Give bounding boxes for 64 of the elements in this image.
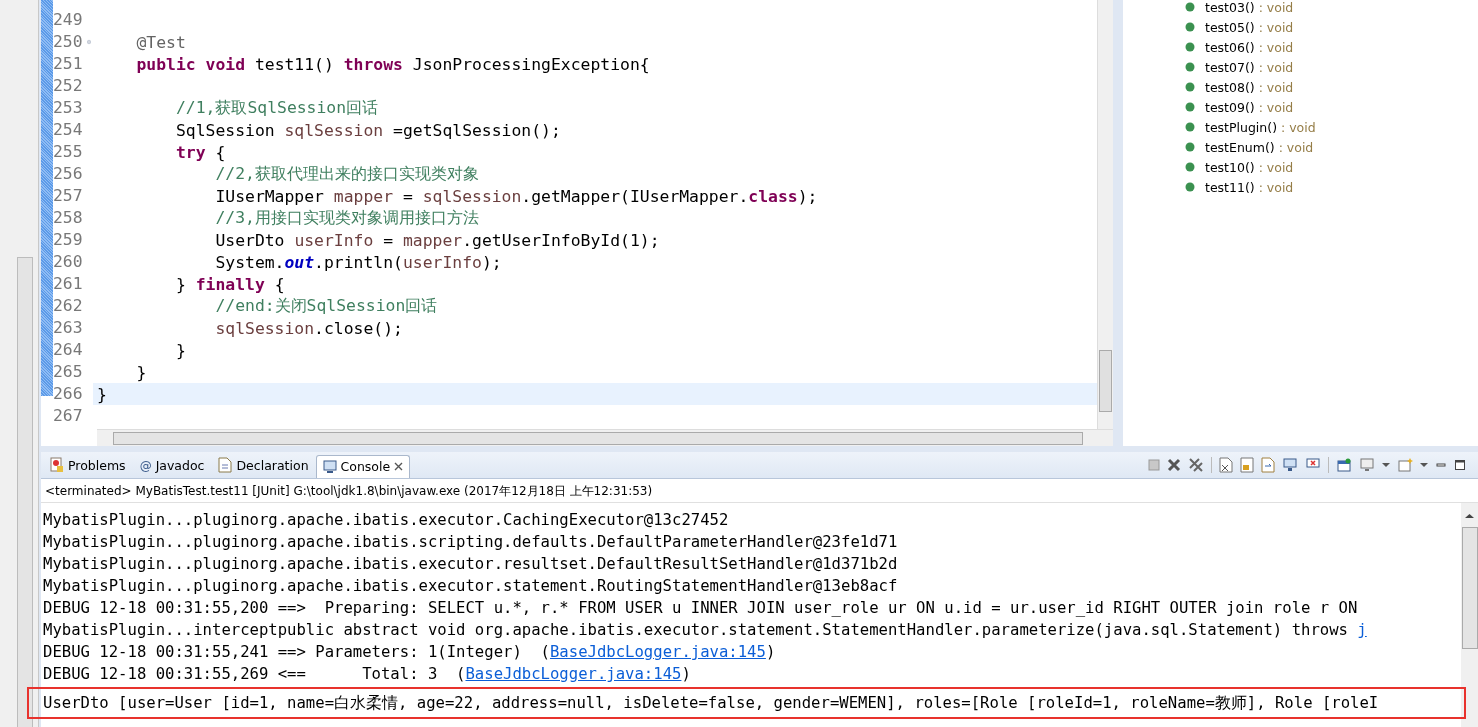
view-tab[interactable]: @ Javadoc [132,454,212,478]
code-line: //2,获取代理出来的接口实现类对象 [214,163,479,185]
horizontal-scrollbar[interactable] [97,429,1113,446]
code-line: public void test11() throws JsonProcessingException{ [135,54,650,74]
pin-icon[interactable] [1336,457,1352,473]
double-cross-icon[interactable] [1188,457,1204,473]
caret-icon[interactable] [1382,462,1390,468]
lock-document-icon[interactable] [1240,457,1254,473]
outline-item[interactable]: test10() : void [1185,157,1478,177]
process-status: <terminated> MyBatisTest.test11 [JUnit] G:\tool\jdk1.8\bin\javaw.exe (2017年12月18日 上午12:31:53) [41,479,1478,503]
outline-item[interactable]: test06() : void [1185,37,1478,57]
console-line: DEBUG 12-18 00:31:55,241 ==> Parameters: 1(Integer) (BaseJdbcLogger.java:145) [43,642,776,663]
monitor-icon[interactable] [1282,457,1298,473]
outline-item[interactable]: testPlugin() : void [1185,117,1478,137]
monitor-icon [322,459,337,474]
code-line: } [135,362,147,382]
monitor-icon[interactable] [1359,457,1375,473]
console-line: DEBUG 12-18 00:31:55,269 <== Total: 3 (BaseJdbcLogger.java:145) [43,664,691,685]
console-line: MybatisPlugin...pluginorg.apache.ibatis.executor.CachingExecutor@13c27452 [43,510,729,531]
document-icon [218,457,233,473]
code-line: try { [174,142,226,162]
outline-item[interactable]: test03() : void [1185,0,1478,17]
close-icon[interactable] [394,462,404,471]
scrollbar[interactable] [17,257,33,727]
cross-icon[interactable] [1167,458,1181,472]
source-link[interactable]: BaseJdbcLogger.java:145 [465,665,682,683]
console-line: MybatisPlugin...pluginorg.apache.ibatis.scripting.defaults.DefaultParameterHandler@23fe1d71 [43,532,898,553]
code-line: sqlSession.close(); [214,318,403,338]
code-line: SqlSession sqlSession =getSqlSession(); [174,120,561,140]
code-line: } [174,340,186,360]
code-line: System.out.println(userInfo); [214,252,502,272]
scroll-up-icon[interactable] [1465,513,1474,519]
view-tab[interactable]: Problems [43,453,133,478]
source-link[interactable]: BaseJdbcLogger.java:145 [549,643,766,661]
caret-icon[interactable] [1420,462,1428,468]
console-line: UserDto [user=User [id=1, name=白水柔情, age=22, address=null, isDelete=false, gender=WEMEN], roles=[Role [roleId=1, roleName=教师], Role [roleI [43,693,1379,714]
console-line: MybatisPlugin...pluginorg.apache.ibatis.executor.resultset.DefaultResultSetHandler@1d371b2d [43,554,898,575]
code-line: } finally { [174,274,285,294]
document-arrow-icon[interactable] [1261,457,1275,473]
view-tab[interactable]: Declaration [211,453,316,478]
outline-item[interactable]: test05() : void [1185,17,1478,37]
line-number: 266 [53,383,93,405]
source-link[interactable]: j [1357,621,1367,639]
code-line: UserDto userInfo = mapper.getUserInfoById(1); [214,230,660,250]
outline-item[interactable]: testEnum() : void [1185,137,1478,157]
console-line: DEBUG 12-18 00:31:55,200 ==> Preparing: SELECT u.*, r.* FROM USER u INNER JOIN user_role ur ON u.id = ur.user_id RIGHT OUTER join role r ON [43,598,1358,619]
scrollbar[interactable] [1097,0,1113,429]
outline-item[interactable]: test07() : void [1185,57,1478,77]
maximize-icon[interactable] [1454,459,1466,471]
console-line: MybatisPlugin...interceptpublic abstract void org.apache.ibatis.executor.statement.StatementHandler.parameterize(java.sql.Statement) throws j [43,620,1367,641]
scrollbar[interactable] [1461,503,1478,727]
code-line: } [97,384,107,404]
outline-item[interactable]: test09() : void [1185,97,1478,117]
outline-item[interactable]: test08() : void [1185,77,1478,97]
code-line: //1,获取SqlSession回话 [174,97,379,119]
code-line: @Test [135,32,186,52]
code-line: //end:关闭SqlSession回话 [214,295,438,317]
console-line: MybatisPlugin...pluginorg.apache.ibatis.executor.statement.RoutingStatementHandler@13eb8acf [43,576,898,597]
document-icon[interactable] [1219,457,1233,473]
code-line: IUserMapper mapper = sqlSession.getMapper(IUserMapper.class); [214,186,818,206]
outline-item[interactable]: test11() : void [1185,177,1478,197]
problems-icon [50,457,64,473]
code-line: //3,用接口实现类对象调用接口方法 [214,207,479,229]
view-tab[interactable]: Console [315,455,411,478]
